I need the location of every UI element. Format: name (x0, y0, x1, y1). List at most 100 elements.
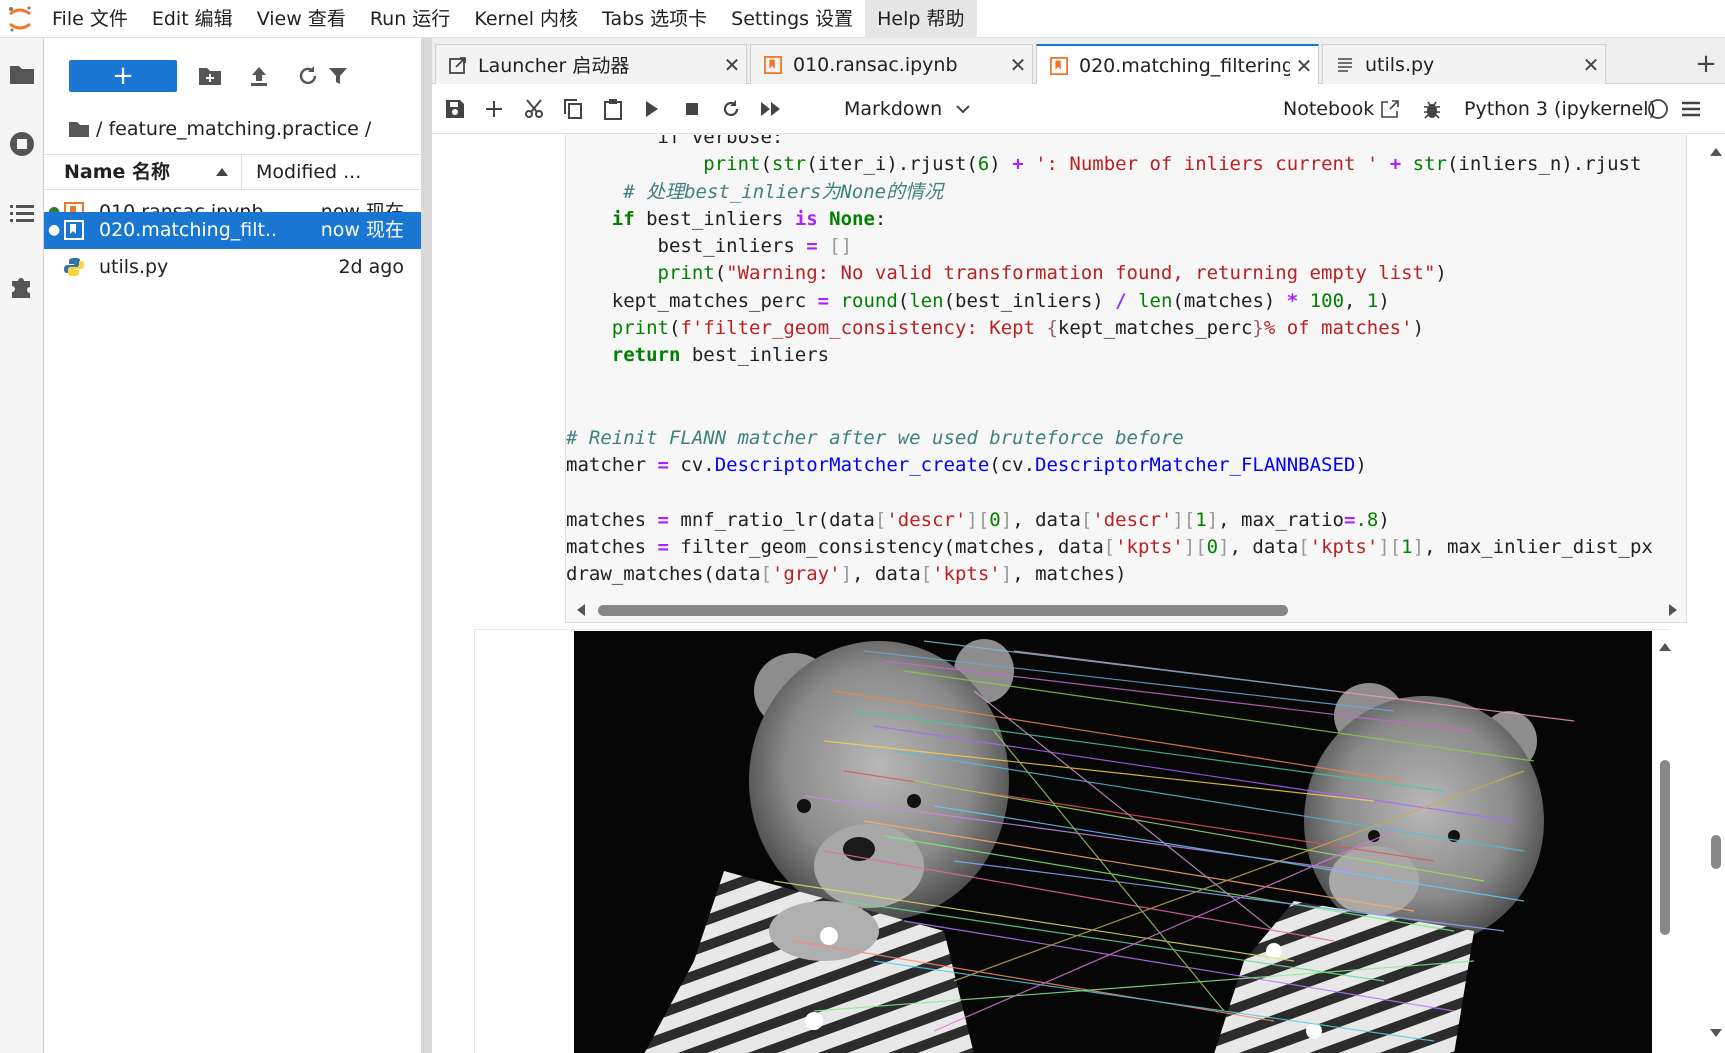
kernel-name[interactable]: Python 3 (ipykernel) (1464, 84, 1656, 134)
menu-file[interactable]: File 文件 (40, 0, 140, 38)
running-indicator: ● (48, 222, 61, 238)
folder-icon (69, 122, 89, 137)
notebook-panel: if verbose: print(str(iter_i).rjust(6) +… (432, 135, 1707, 1053)
new-folder-button[interactable] (194, 60, 226, 92)
scrollbar-thumb[interactable] (598, 605, 1288, 616)
scroll-up-icon (1659, 643, 1671, 651)
code-line: if verbose: (566, 135, 784, 148)
toc-icon[interactable] (6, 198, 38, 230)
tab-utils-py[interactable]: utils.py ✕ (1322, 44, 1606, 84)
paste-button[interactable] (597, 93, 629, 125)
run-cell-button[interactable] (636, 93, 668, 125)
fast-forward-icon (761, 102, 780, 116)
plus-icon: + (112, 61, 134, 91)
new-launcher-button[interactable]: + (69, 60, 177, 92)
restart-icon (723, 100, 739, 117)
column-modified[interactable]: Modified ... (256, 155, 361, 189)
notebook-vertical-scrollbar[interactable] (1707, 135, 1725, 1053)
horizontal-scrollbar[interactable] (566, 597, 1686, 622)
close-icon[interactable]: ✕ (718, 53, 746, 77)
filter-button[interactable] (322, 60, 354, 92)
scroll-right-icon (1669, 604, 1677, 616)
code-cell[interactable]: if verbose: print(str(iter_i).rjust(6) +… (565, 135, 1687, 623)
text-file-icon (1335, 55, 1355, 75)
jupyter-logo-icon (0, 0, 40, 38)
refresh-icon (299, 66, 317, 85)
menu-kernel[interactable]: Kernel 内核 (462, 0, 590, 38)
code-line: matcher = cv.DescriptorMatcher_create(cv… (566, 454, 1367, 477)
cut-button[interactable] (518, 93, 550, 125)
menu-settings[interactable]: Settings 设置 (719, 0, 865, 38)
extension-icon[interactable] (6, 270, 38, 302)
file-name: 020.matching_filt... (99, 219, 279, 241)
menu-icon[interactable] (1675, 93, 1707, 125)
scrollbar-thumb[interactable] (1711, 835, 1721, 869)
scrollbar-thumb[interactable] (1660, 760, 1670, 935)
paste-icon (604, 99, 622, 120)
folder-icon[interactable] (6, 58, 38, 90)
open-notebook-button[interactable]: Notebook (1283, 84, 1442, 134)
tab-010-ransac[interactable]: 010.ransac.ipynb ✕ (750, 44, 1033, 84)
file-row-selected[interactable]: ● 020.matching_filt... now 现在 (44, 212, 421, 249)
file-browser: + / feature_matching.practice / Name 名称 … (44, 38, 421, 1053)
file-name: utils.py (99, 256, 169, 278)
filter-icon (329, 68, 347, 84)
insert-cell-button[interactable] (478, 93, 510, 125)
restart-run-all-button[interactable] (755, 93, 787, 125)
code-line: # Reinit FLANN matcher after we used bru… (566, 427, 1184, 449)
tab-020-matching-filtering[interactable]: 020.matching_filtering.ipy ✕ (1036, 44, 1319, 85)
output-scrollbar[interactable] (1656, 630, 1674, 1053)
save-icon (446, 100, 464, 118)
code-block-main[interactable]: # Reinit FLANN matcher after we used bru… (566, 425, 1653, 589)
menu-view[interactable]: View 查看 (245, 0, 358, 38)
tab-launcher[interactable]: Launcher 启动器 ✕ (435, 44, 747, 84)
code-line: best_inliers = [] (566, 235, 853, 258)
close-icon[interactable]: ✕ (1290, 54, 1318, 78)
python-icon (64, 258, 84, 276)
menu-tabs[interactable]: Tabs 选项卡 (590, 0, 719, 38)
menu-edit[interactable]: Edit 编辑 (140, 0, 245, 38)
breadcrumb-path[interactable]: / feature_matching.practice / (96, 118, 371, 140)
scroll-up-icon (1710, 148, 1722, 156)
code-line: print(str(iter_i).rjust(6) + ': Number o… (566, 153, 1642, 176)
panel-splitter[interactable] (421, 38, 432, 1053)
close-icon[interactable]: ✕ (1004, 53, 1032, 77)
code-line: matches = mnf_ratio_lr(data['descr'][0],… (566, 508, 1390, 531)
add-tab-button[interactable]: + (1687, 44, 1725, 84)
kernel-status-idle-icon (1642, 93, 1674, 125)
column-name[interactable]: Name 名称 (64, 155, 264, 189)
breadcrumb[interactable]: / feature_matching.practice / (68, 114, 371, 144)
code-line: return best_inliers (611, 344, 830, 367)
sort-ascending-icon (216, 168, 228, 176)
activity-bar (0, 38, 44, 1053)
save-button[interactable] (439, 93, 471, 125)
code-line: if best_inliers is None: (611, 207, 887, 230)
interrupt-kernel-button[interactable] (676, 93, 708, 125)
stop-icon (686, 103, 698, 115)
debugger-icon (1424, 101, 1441, 119)
run-icon (646, 101, 658, 117)
file-browser-toolbar: + (44, 38, 421, 110)
menu-help[interactable]: Help 帮助 (865, 0, 977, 38)
close-icon[interactable]: ✕ (1577, 53, 1605, 77)
notebook-icon (763, 55, 783, 75)
code-line: print(f'filter_geom_consistency: Kept {k… (611, 317, 1425, 340)
refresh-button[interactable] (292, 60, 324, 92)
cell-output (474, 629, 1671, 1053)
menu-run[interactable]: Run 运行 (358, 0, 462, 38)
upload-button[interactable] (243, 60, 275, 92)
copy-icon (564, 99, 582, 119)
code-line: matches = filter_geom_consistency(matche… (566, 536, 1653, 559)
scroll-down-icon (1710, 1029, 1722, 1037)
cell-type-dropdown[interactable]: Markdown (844, 84, 970, 134)
file-row[interactable]: utils.py 2d ago (44, 249, 421, 286)
column-separator[interactable] (241, 155, 242, 189)
code-block-function-tail[interactable]: if verbose: print(str(iter_i).rjust(6) +… (566, 135, 1642, 370)
restart-kernel-button[interactable] (715, 93, 747, 125)
copy-button[interactable] (557, 93, 589, 125)
file-modified: now 现在 (320, 219, 404, 241)
external-link-icon (1381, 100, 1400, 118)
running-icon[interactable] (6, 128, 38, 160)
code-line: print("Warning: No valid transformation … (657, 262, 1447, 285)
